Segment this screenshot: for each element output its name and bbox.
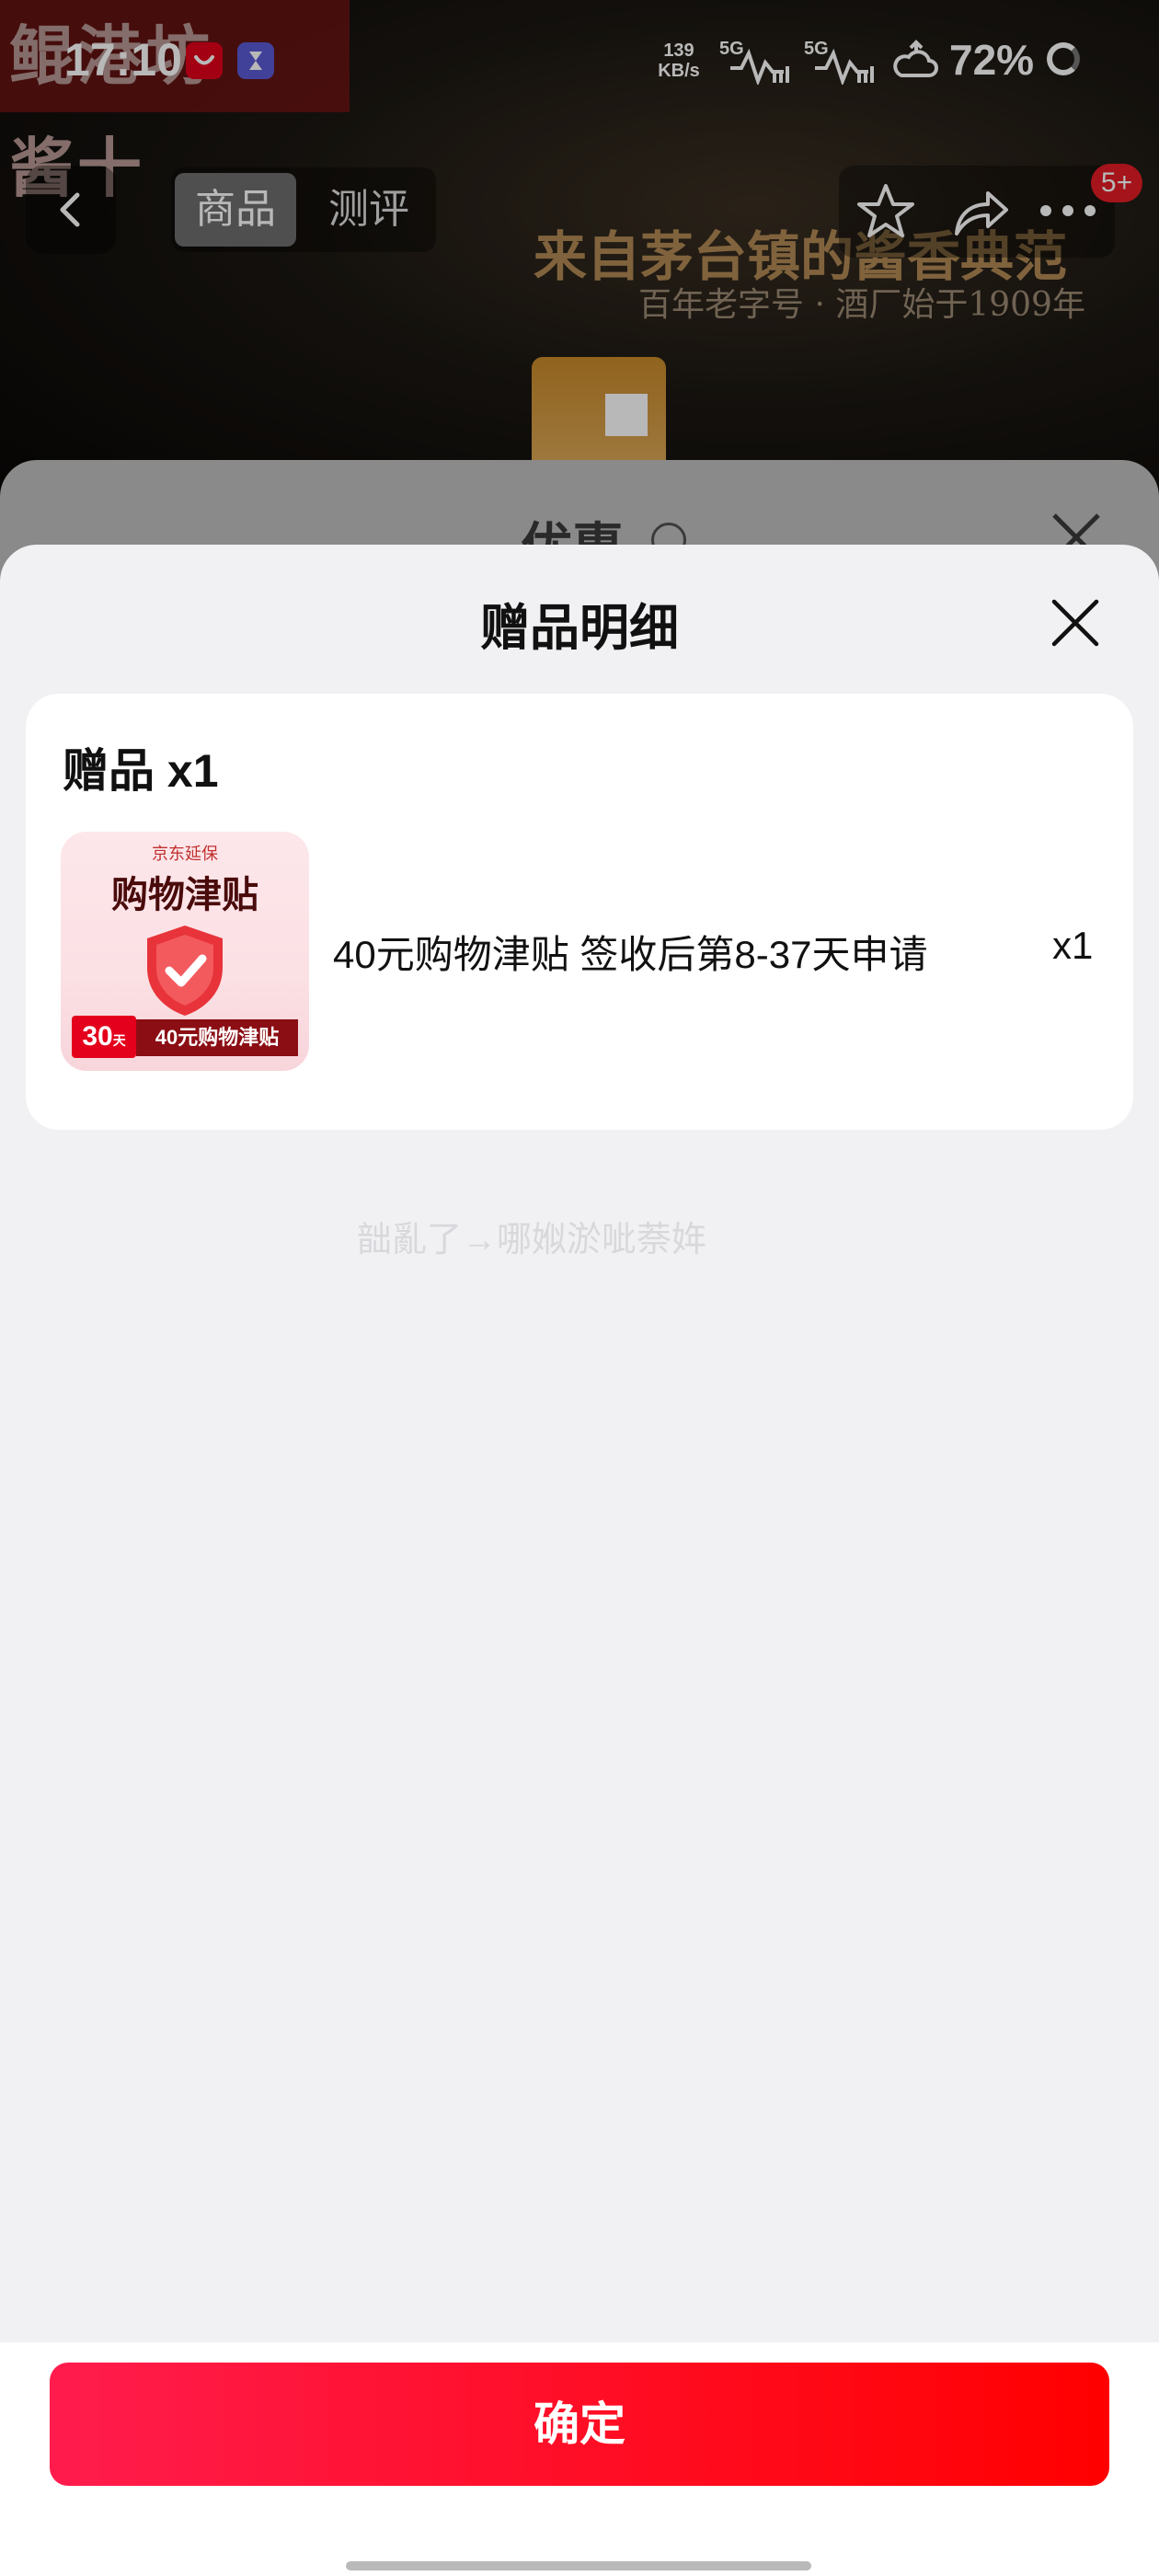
close-button[interactable] [1045, 592, 1106, 653]
gift-image-days: 30天 [72, 1016, 136, 1058]
gift-image-heading: 购物津贴 [111, 875, 258, 915]
gift-name: 40元购物津贴 签收后第8-37天申请 [333, 933, 928, 976]
gift-image-brand: 京东延保 [152, 845, 218, 863]
confirm-button[interactable]: 确定 [50, 2363, 1109, 2486]
gift-quantity: x1 [1052, 924, 1094, 967]
gift-image-amount: 40元购物津贴 [136, 1019, 298, 1056]
gift-image[interactable]: 京东延保 购物津贴 30天 40元购物津贴 [61, 832, 309, 1071]
shield-check-icon [147, 926, 223, 1016]
garbled-text: 韷亂了→哪娰淤呲萘姩 [357, 1221, 707, 1259]
gift-detail-sheet: 赠品明细 赠品 x1 京东延保 购物津贴 30天 40元购物津贴 40元购物津贴… [0, 545, 1159, 2576]
home-indicator[interactable] [346, 2561, 811, 2570]
bottom-bar: 确定 [0, 2342, 1159, 2576]
gift-card: 赠品 x1 京东延保 购物津贴 30天 40元购物津贴 40元购物津贴 签收后第… [26, 694, 1133, 1130]
gift-count-header: 赠品 x1 [63, 745, 219, 797]
sheet-title: 赠品明细 [480, 601, 679, 656]
